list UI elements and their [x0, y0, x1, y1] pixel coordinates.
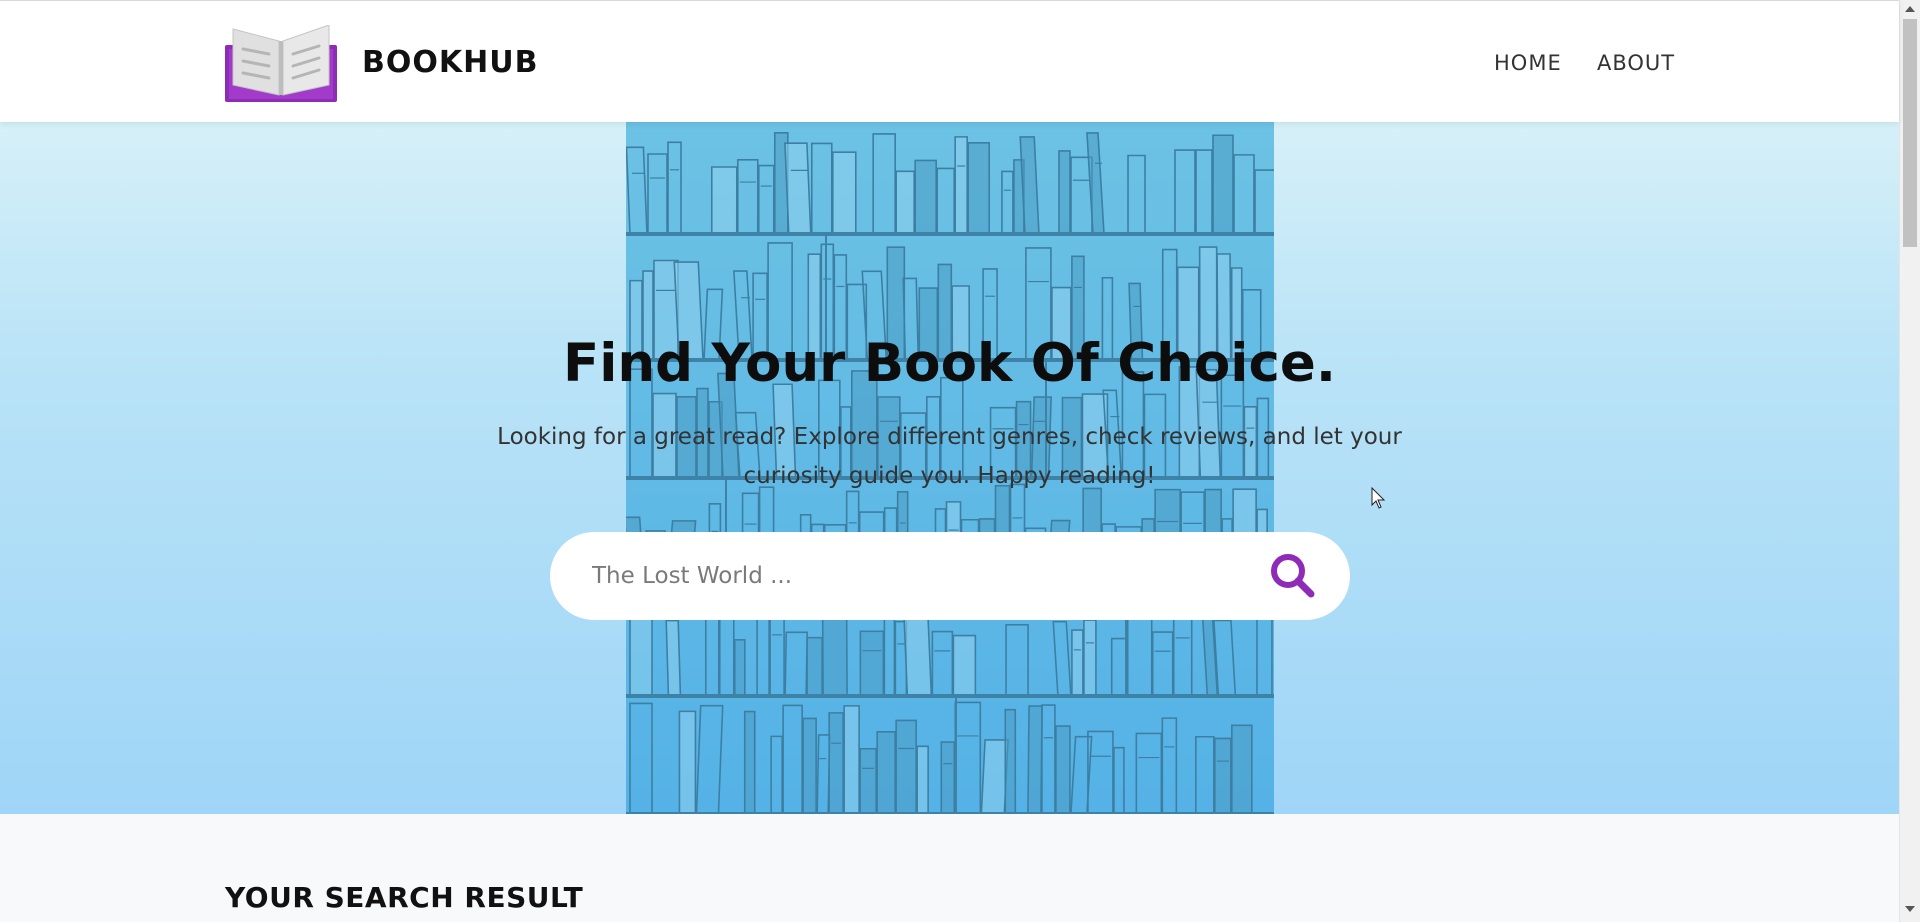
hero-title: Find Your Book Of Choice. [563, 333, 1336, 394]
scrollbar-thumb[interactable] [1903, 19, 1917, 247]
nav-home-link[interactable]: HOME [1494, 49, 1562, 77]
search-results-title: YOUR SEARCH RESULT [225, 881, 584, 914]
brand-name[interactable]: BOOKHUB [362, 43, 538, 83]
vertical-scrollbar[interactable] [1899, 0, 1920, 922]
search-icon[interactable] [1268, 552, 1316, 600]
nav-about-link[interactable]: ABOUT [1597, 49, 1675, 77]
search-input[interactable] [592, 554, 1232, 598]
hero-subtitle: Looking for a great read? Explore differ… [497, 424, 1402, 489]
scroll-up-arrow-icon[interactable] [1905, 6, 1915, 12]
scroll-down-arrow-icon[interactable] [1905, 906, 1915, 912]
mouse-cursor [1371, 487, 1386, 509]
site-header: BOOKHUB HOME ABOUT [0, 0, 1899, 122]
open-book-icon[interactable] [225, 25, 337, 102]
hero-section: Find Your Book Of Choice. Looking for a … [0, 122, 1899, 814]
search-bar [550, 532, 1350, 620]
